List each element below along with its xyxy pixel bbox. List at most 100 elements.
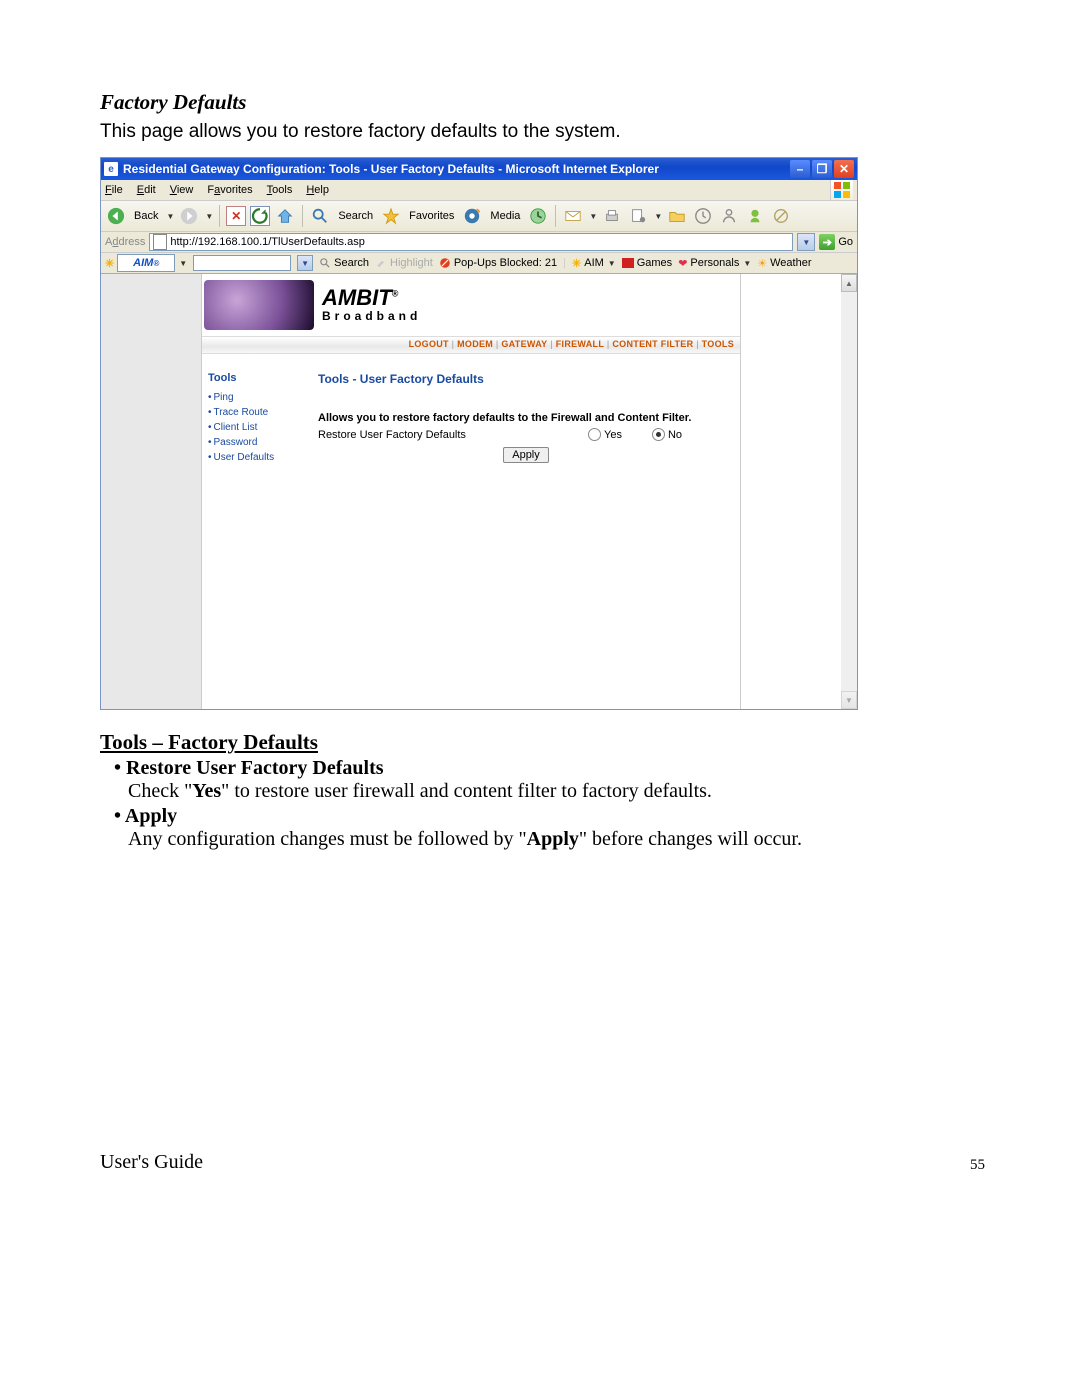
section-title: Factory Defaults	[100, 90, 985, 115]
scroll-down-icon[interactable]: ▼	[841, 691, 857, 709]
messenger-icon[interactable]	[744, 205, 766, 227]
folder-icon[interactable]	[666, 205, 688, 227]
maximize-button[interactable]: ❐	[812, 160, 832, 178]
side-nav-clients[interactable]: Client List	[208, 420, 318, 435]
top-nav: LOGOUT | MODEM | GATEWAY | FIREWALL | CO…	[202, 337, 740, 354]
radio-yes[interactable]: Yes	[588, 428, 622, 441]
stop-button[interactable]: ✕	[226, 206, 246, 226]
edit-icon[interactable]	[627, 205, 649, 227]
aim-search-input[interactable]	[193, 255, 291, 271]
menu-favorites[interactable]: Favorites	[207, 184, 252, 196]
vertical-scrollbar[interactable]: ▲ ▼	[841, 274, 857, 709]
titlebar: e Residential Gateway Configuration: Too…	[101, 158, 857, 180]
aim-search-button[interactable]: Search	[319, 257, 369, 269]
footer-left: User's Guide	[100, 1151, 203, 1174]
close-button[interactable]: ✕	[834, 160, 854, 178]
minimize-button[interactable]: –	[790, 160, 810, 178]
page-icon	[153, 234, 167, 250]
bullet-apply-text: Any configuration changes must be follow…	[128, 828, 985, 851]
nav-modem[interactable]: MODEM	[457, 339, 493, 349]
page-description: Allows you to restore factory defaults t…	[318, 412, 734, 424]
main-panel: Tools - User Factory Defaults Allows you…	[318, 372, 734, 465]
mail-dropdown-icon[interactable]: ▼	[589, 212, 597, 221]
address-label: Address	[105, 236, 145, 248]
side-nav-password[interactable]: Password	[208, 435, 318, 450]
bullet-restore-text: Check "Yes" to restore user firewall and…	[128, 780, 985, 803]
menu-edit[interactable]: Edit	[137, 184, 156, 196]
nav-tools[interactable]: TOOLS	[702, 339, 734, 349]
bullet-restore-title: Restore User Factory Defaults	[114, 757, 985, 780]
favorites-icon[interactable]	[380, 205, 402, 227]
windows-logo-icon	[830, 180, 853, 200]
scroll-up-icon[interactable]: ▲	[841, 274, 857, 292]
print-icon[interactable]	[601, 205, 623, 227]
nav-gateway[interactable]: GATEWAY	[501, 339, 547, 349]
side-nav-heading: Tools	[208, 372, 318, 384]
media-label[interactable]: Media	[490, 210, 520, 222]
aim-toolbar: ✳ AIM® ▼ ▼ Search Highlight Pop-Ups Bloc…	[101, 253, 857, 274]
forward-button[interactable]	[178, 205, 200, 227]
edit-dropdown-icon[interactable]: ▼	[654, 212, 662, 221]
page-title: Tools - User Factory Defaults	[318, 372, 734, 386]
media-icon[interactable]	[461, 205, 483, 227]
address-dropdown-icon[interactable]: ▼	[797, 233, 815, 251]
back-label[interactable]: Back	[134, 210, 158, 222]
brand-logo: AMBIT® Broadband	[322, 287, 421, 323]
go-button[interactable]: ➔ Go	[819, 234, 853, 250]
back-dropdown-icon[interactable]: ▼	[166, 212, 174, 221]
aim-aim[interactable]: ✳ AIM▼	[572, 257, 616, 270]
aim-games[interactable]: Games	[622, 257, 672, 269]
restore-label: Restore User Factory Defaults	[318, 429, 558, 441]
menu-view[interactable]: View	[170, 184, 194, 196]
nav-firewall[interactable]: FIREWALL	[556, 339, 604, 349]
apply-button[interactable]: Apply	[503, 447, 549, 463]
menu-file[interactable]: File	[105, 184, 123, 196]
side-nav-ping[interactable]: Ping	[208, 390, 318, 405]
search-icon[interactable]	[309, 205, 331, 227]
aim-weather[interactable]: ☀ Weather	[757, 257, 811, 270]
menu-tools[interactable]: Tools	[267, 184, 293, 196]
home-button[interactable]	[274, 205, 296, 227]
menu-help[interactable]: Help	[306, 184, 329, 196]
section-intro: This page allows you to restore factory …	[100, 121, 985, 143]
mail-icon[interactable]	[562, 205, 584, 227]
block-icon[interactable]	[770, 205, 792, 227]
back-button[interactable]	[105, 205, 127, 227]
window-title: Residential Gateway Configuration: Tools…	[123, 162, 659, 176]
subheading: Tools – Factory Defaults	[100, 730, 985, 755]
url-text: http://192.168.100.1/TlUserDefaults.asp	[170, 236, 364, 248]
toolbar: Back ▼ ▼ ✕ Search Favorites	[101, 201, 857, 232]
menu-bar: File Edit View Favorites Tools Help	[101, 180, 857, 201]
clock-icon[interactable]	[692, 205, 714, 227]
side-nav-defaults[interactable]: User Defaults	[208, 450, 318, 465]
bullet-apply-title: Apply	[114, 805, 985, 828]
right-gutter	[741, 274, 841, 709]
aim-personals[interactable]: ❤ Personals▼	[678, 257, 751, 270]
go-arrow-icon: ➔	[819, 234, 835, 250]
address-input[interactable]: http://192.168.100.1/TlUserDefaults.asp	[149, 233, 793, 251]
left-gutter	[101, 274, 202, 709]
history-icon[interactable]	[527, 205, 549, 227]
aim-highlight[interactable]: Highlight	[375, 257, 433, 269]
go-label: Go	[838, 236, 853, 248]
aim-popups[interactable]: Pop-Ups Blocked: 21	[439, 257, 557, 269]
content-frame: AMBIT® Broadband LOGOUT | MODEM | GATEWA…	[101, 274, 857, 709]
globe-image	[204, 280, 314, 330]
header-banner: AMBIT® Broadband	[202, 274, 740, 337]
nav-logout[interactable]: LOGOUT	[409, 339, 449, 349]
footer-page-number: 55	[970, 1157, 985, 1174]
side-nav-trace[interactable]: Trace Route	[208, 405, 318, 420]
aim-search-dropdown-icon[interactable]: ▼	[297, 255, 313, 271]
forward-dropdown-icon[interactable]: ▼	[205, 212, 213, 221]
search-label[interactable]: Search	[338, 210, 373, 222]
refresh-button[interactable]	[250, 206, 270, 226]
nav-content-filter[interactable]: CONTENT FILTER	[612, 339, 693, 349]
page-footer: User's Guide 55	[100, 1151, 985, 1174]
ie-window: e Residential Gateway Configuration: Too…	[100, 157, 858, 710]
aim-brand[interactable]: ✳ AIM® ▼	[105, 254, 187, 272]
side-nav: Tools Ping Trace Route Client List Passw…	[208, 372, 318, 465]
person-icon[interactable]	[718, 205, 740, 227]
address-bar: Address http://192.168.100.1/TlUserDefau…	[101, 232, 857, 253]
radio-no[interactable]: No	[652, 428, 682, 441]
favorites-label[interactable]: Favorites	[409, 210, 454, 222]
